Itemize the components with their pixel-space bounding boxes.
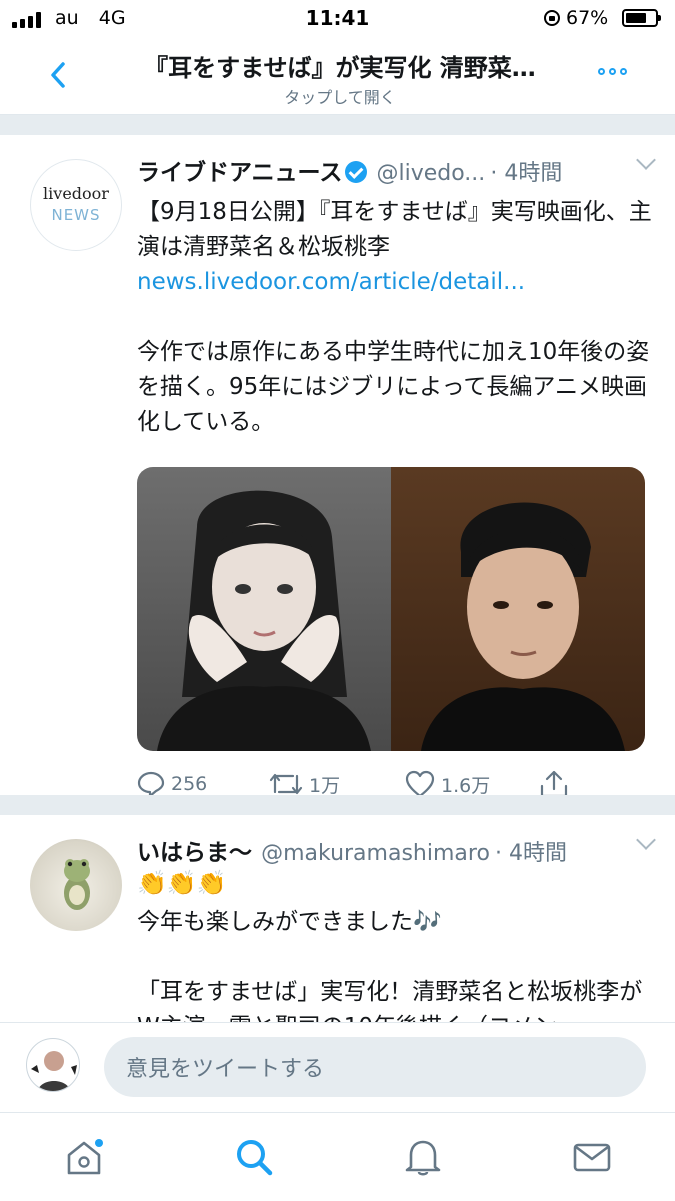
author-name[interactable]: ライブドアニュース xyxy=(137,160,342,186)
reply-compose-bar: 意見をツイートする xyxy=(0,1022,675,1113)
livedoor-news-avatar[interactable]: livedoor NEWS xyxy=(30,159,122,251)
tweet-header: ライブドアニュース @livedo... · 4時間 xyxy=(137,153,655,186)
heart-icon xyxy=(405,770,435,798)
tap-to-open-hint[interactable]: タップして開く xyxy=(110,84,570,108)
frog-avatar[interactable] xyxy=(30,839,122,931)
reply-icon xyxy=(137,771,165,798)
page-title[interactable]: 『耳をすませば』が実写化 清野菜… xyxy=(110,48,570,83)
avatar-logo-text: livedoor xyxy=(43,184,109,203)
like-count: 1.6万 xyxy=(441,774,491,797)
tweet-reply-input[interactable]: 意見をツイートする xyxy=(104,1037,646,1097)
bottom-tab-bar xyxy=(0,1112,675,1201)
battery-percentage: 67% xyxy=(566,7,609,29)
orientation-lock-icon xyxy=(544,10,560,26)
my-avatar[interactable] xyxy=(26,1038,80,1092)
actor-photo[interactable] xyxy=(391,467,645,751)
tweet-text: 今年も楽しみができました🎶 「耳をすませば」実写化！清野菜名と松坂桃李がW主演、… xyxy=(137,905,652,1022)
clapping-emoji: 👏👏👏 xyxy=(137,869,227,897)
verified-badge-icon xyxy=(345,161,368,183)
article-link[interactable]: news.livedoor.com/article/detail... xyxy=(137,265,652,300)
nav-header: 『耳をすませば』が実写化 清野菜… タップして開く xyxy=(0,38,675,115)
retweet-icon xyxy=(269,773,303,795)
back-arrow-icon[interactable] xyxy=(44,58,74,92)
section-divider xyxy=(0,115,675,135)
tweet-livedoor[interactable]: livedoor NEWS ライブドアニュース @livedo... · 4時間… xyxy=(0,135,675,798)
tweet-header: いはらま〜 @makuramashimaro · 4時間 xyxy=(137,833,655,866)
tweet-media[interactable] xyxy=(137,467,645,751)
section-divider xyxy=(0,795,675,815)
author-handle[interactable]: @livedo... xyxy=(376,161,485,186)
status-bar: au 4G 11:41 67% xyxy=(0,0,675,38)
tweet-time: · 4時間 xyxy=(495,841,567,866)
avatar-logo-subtext: NEWS xyxy=(51,206,101,224)
actress-photo[interactable] xyxy=(137,467,391,751)
tweet-text-article: 「耳をすませば」実写化！清野菜名と松坂桃李がW主演、雫と聖司の10年後描く（コメ… xyxy=(137,979,643,1022)
tweet-text: 【9月18日公開】『耳をすませば』実写映画化、主演は清野菜名＆松坂桃李 news… xyxy=(137,195,652,440)
author-name[interactable]: いはらま〜 xyxy=(137,840,252,866)
tweet-text-body: 今作では原作にある中学生時代に加え10年後の姿を描く。95年にはジブリによって長… xyxy=(137,339,650,435)
more-options-icon[interactable] xyxy=(598,68,627,75)
tweet-text-line: 今年も楽しみができました🎶 xyxy=(137,909,442,935)
tweet-time: · 4時間 xyxy=(490,161,563,186)
author-handle[interactable]: @makuramashimaro xyxy=(261,841,490,866)
messages-mail-icon[interactable] xyxy=(572,1137,612,1177)
home-icon[interactable] xyxy=(64,1137,104,1177)
tweet-iharama[interactable]: いはらま〜 @makuramashimaro · 4時間 👏👏👏 今年も楽しみが… xyxy=(0,815,675,1022)
battery-icon xyxy=(622,9,661,27)
retweet-count: 1万 xyxy=(309,774,341,797)
notifications-bell-icon[interactable] xyxy=(403,1137,443,1177)
search-icon[interactable] xyxy=(234,1137,274,1177)
reply-count: 256 xyxy=(171,773,208,795)
frog-plush-icon xyxy=(64,859,90,910)
tweet-text-headline: 【9月18日公開】『耳をすませば』実写映画化、主演は清野菜名＆松坂桃李 xyxy=(137,199,652,260)
